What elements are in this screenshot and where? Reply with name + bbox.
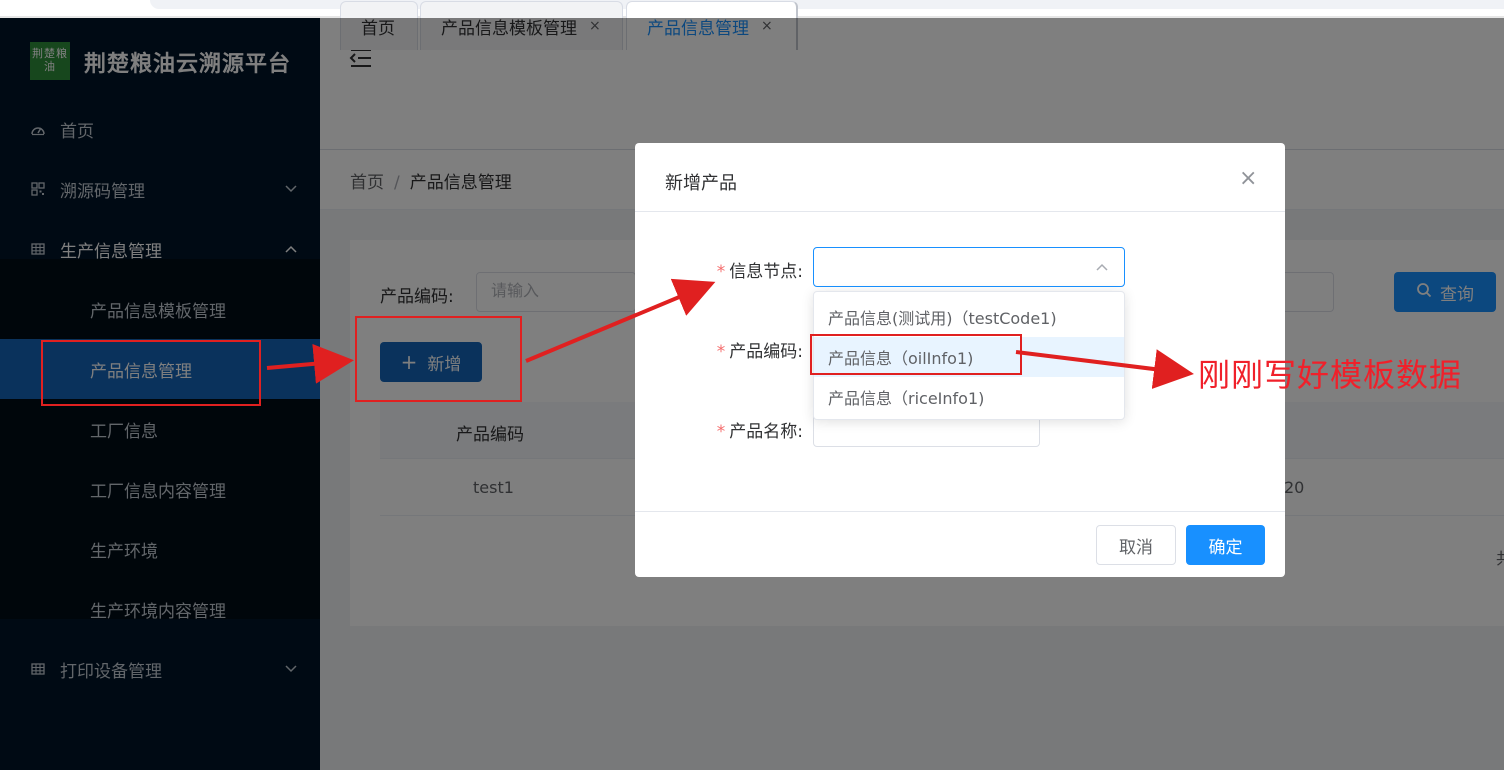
form-label-info-node: * 信息节点:	[673, 257, 803, 282]
close-icon[interactable]: ×	[1239, 168, 1257, 190]
cancel-button[interactable]: 取消	[1096, 525, 1176, 565]
annotation-box-menu	[41, 340, 261, 406]
confirm-button[interactable]: 确定	[1186, 525, 1265, 565]
form-label-text: 产品编码:	[729, 342, 803, 362]
dialog-header-divider	[635, 211, 1285, 212]
form-label-text: 信息节点:	[729, 262, 803, 282]
form-label-text: 产品名称:	[729, 422, 803, 442]
required-mark: *	[716, 342, 726, 362]
annotation-box-option	[810, 334, 1022, 375]
required-mark: *	[716, 262, 726, 282]
info-node-select[interactable]	[813, 247, 1125, 287]
required-mark: *	[716, 422, 726, 442]
chevron-up-icon	[1096, 260, 1108, 274]
annotation-text: 刚刚写好模板数据	[1198, 356, 1463, 394]
form-label-product-name: * 产品名称:	[673, 417, 803, 442]
form-label-product-code: * 产品编码:	[673, 337, 803, 362]
dropdown-option[interactable]: 产品信息(测试用)（testCode1)	[814, 297, 1124, 337]
dialog-footer-divider	[635, 511, 1285, 512]
annotation-box-add	[355, 316, 522, 402]
dropdown-option[interactable]: 产品信息（riceInfo1)	[814, 377, 1124, 417]
dialog-title: 新增产品	[665, 173, 737, 194]
